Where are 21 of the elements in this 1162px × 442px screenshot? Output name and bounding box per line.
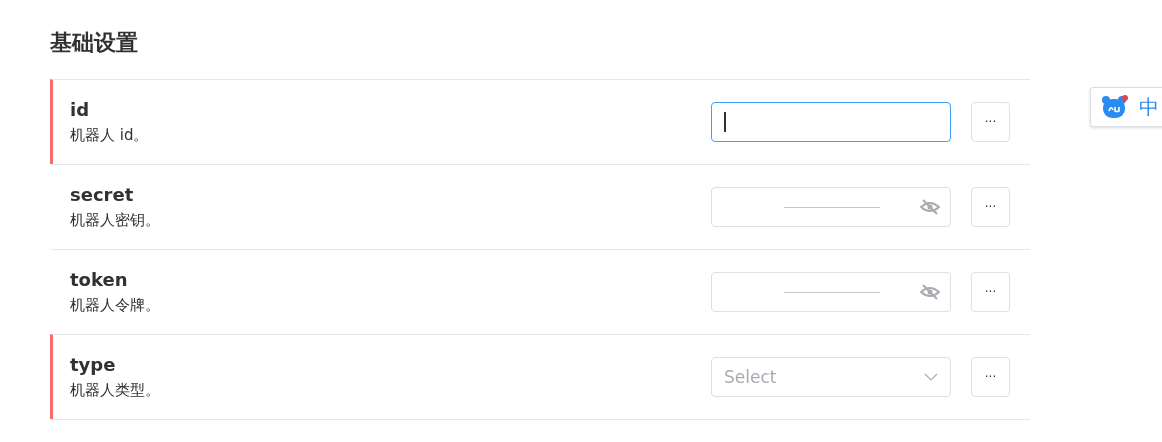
password-field[interactable] bbox=[711, 272, 951, 312]
chevron-down-icon bbox=[924, 373, 938, 381]
setting-description: 机器人 id。 bbox=[70, 126, 149, 145]
password-field[interactable] bbox=[711, 187, 951, 227]
more-button[interactable]: ··· bbox=[971, 272, 1010, 312]
more-button[interactable]: ··· bbox=[971, 357, 1010, 397]
setting-name: id bbox=[70, 99, 91, 120]
eye-off-icon[interactable] bbox=[920, 199, 940, 215]
eye-off-icon[interactable] bbox=[920, 284, 940, 300]
section-title: 基础设置 bbox=[49, 29, 139, 51]
more-button[interactable]: ··· bbox=[971, 102, 1010, 142]
setting-description: 机器人令牌。 bbox=[70, 296, 160, 315]
more-button[interactable]: ··· bbox=[971, 187, 1010, 227]
setting-name: token bbox=[70, 269, 129, 290]
ime-toolbar[interactable]: 中 bbox=[1090, 87, 1162, 127]
input-field[interactable] bbox=[711, 102, 951, 142]
setting-name: secret bbox=[70, 184, 135, 205]
bear-icon[interactable] bbox=[1101, 94, 1129, 120]
setting-description: 机器人类型。 bbox=[70, 381, 160, 400]
setting-description: 机器人密钥。 bbox=[70, 211, 160, 230]
setting-name: type bbox=[70, 354, 117, 375]
